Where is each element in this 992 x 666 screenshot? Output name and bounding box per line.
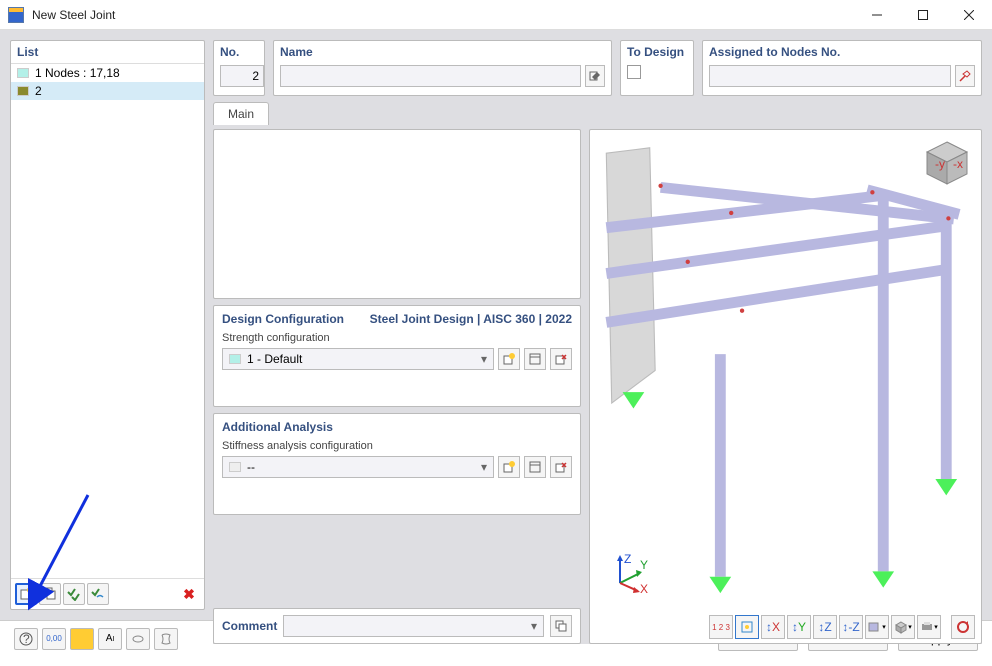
list-item-label: 2 bbox=[35, 84, 42, 98]
strength-config-value: 1 - Default bbox=[247, 352, 302, 366]
maximize-button[interactable] bbox=[900, 0, 946, 30]
list-item[interactable]: 2 bbox=[11, 82, 204, 100]
stiffness-config-value: -- bbox=[247, 460, 255, 474]
vp-reset-button[interactable] bbox=[951, 615, 975, 639]
vp-view-x-button[interactable]: ↕X bbox=[761, 615, 785, 639]
axis-widget-icon: Z Y X bbox=[610, 553, 650, 593]
comment-panel: Comment bbox=[213, 608, 581, 644]
name-label: Name bbox=[280, 45, 605, 59]
list-body[interactable]: 1 Nodes : 17,18 2 bbox=[11, 64, 204, 578]
text-settings-button[interactable]: AI bbox=[98, 628, 122, 650]
svg-text:-y: -y bbox=[935, 157, 945, 171]
link-button[interactable] bbox=[126, 628, 150, 650]
swatch-icon bbox=[229, 354, 241, 364]
close-button[interactable] bbox=[946, 0, 992, 30]
copy-item-button[interactable] bbox=[39, 583, 61, 605]
vp-view-z-button[interactable]: ↕Z bbox=[813, 615, 837, 639]
stiffness-config-select[interactable]: -- bbox=[222, 456, 494, 478]
stiffness-library-button[interactable] bbox=[524, 456, 546, 478]
list-panel: List 1 Nodes : 17,18 2 bbox=[10, 40, 205, 610]
script-button[interactable] bbox=[154, 628, 178, 650]
titlebar: New Steel Joint bbox=[0, 0, 992, 30]
window-title: New Steel Joint bbox=[32, 8, 854, 22]
delete-item-button[interactable]: ✖ bbox=[178, 583, 200, 605]
name-input[interactable] bbox=[280, 65, 581, 87]
view-cube-icon[interactable]: -y -x bbox=[921, 138, 973, 190]
preview-panel bbox=[213, 129, 581, 299]
sync-check-button[interactable] bbox=[87, 583, 109, 605]
app-icon bbox=[8, 7, 24, 23]
additional-analysis-panel: Additional Analysis Stiffness analysis c… bbox=[213, 413, 581, 515]
svg-text:Z: Z bbox=[624, 553, 631, 566]
no-label: No. bbox=[220, 45, 258, 59]
list-header: List bbox=[11, 41, 204, 64]
help-button[interactable]: ? bbox=[14, 628, 38, 650]
assigned-input[interactable] bbox=[709, 65, 951, 87]
to-design-checkbox[interactable] bbox=[627, 65, 641, 79]
list-item[interactable]: 1 Nodes : 17,18 bbox=[11, 64, 204, 82]
color-button[interactable] bbox=[70, 628, 94, 650]
comment-header: Comment bbox=[222, 619, 277, 633]
additional-analysis-header: Additional Analysis bbox=[222, 420, 333, 434]
strength-config-label: Strength configuration bbox=[222, 332, 572, 344]
units-button[interactable]: 0,00 bbox=[42, 628, 66, 650]
swatch-icon bbox=[17, 86, 29, 96]
no-input[interactable] bbox=[220, 65, 264, 87]
swatch-icon bbox=[229, 462, 241, 472]
design-config-standard: Steel Joint Design | AISC 360 | 2022 bbox=[370, 312, 572, 326]
config-new-button[interactable] bbox=[498, 348, 520, 370]
config-library-button[interactable] bbox=[524, 348, 546, 370]
pick-nodes-button[interactable] bbox=[955, 65, 975, 87]
comment-library-button[interactable] bbox=[550, 615, 572, 637]
to-design-label: To Design bbox=[627, 45, 687, 59]
no-field-group: No. bbox=[213, 40, 265, 96]
tab-main[interactable]: Main bbox=[213, 102, 269, 125]
svg-text:?: ? bbox=[23, 632, 30, 646]
minimize-button[interactable] bbox=[854, 0, 900, 30]
vp-display-menu-button[interactable]: ▾ bbox=[865, 615, 889, 639]
vp-numbers-button[interactable]: 1 2 3 bbox=[709, 615, 733, 639]
new-item-button[interactable] bbox=[15, 583, 37, 605]
stiffness-new-button[interactable] bbox=[498, 456, 520, 478]
svg-text:-x: -x bbox=[953, 157, 963, 171]
viewport-toolbar: 1 2 3 ↕X ↕Y ↕Z ↕-Z ▾ ▾ ▾ bbox=[709, 615, 975, 639]
list-item-label: 1 Nodes : 17,18 bbox=[35, 66, 120, 80]
svg-text:Y: Y bbox=[640, 558, 648, 572]
stiffness-config-label: Stiffness analysis configuration bbox=[222, 440, 572, 452]
vp-fit-button[interactable] bbox=[735, 615, 759, 639]
list-toolbar: ✖ bbox=[11, 578, 204, 609]
vp-view-y-button[interactable]: ↕Y bbox=[787, 615, 811, 639]
vp-print-menu-button[interactable]: ▾ bbox=[917, 615, 941, 639]
assigned-nodes-field-group: Assigned to Nodes No. bbox=[702, 40, 982, 96]
stiffness-delete-button[interactable] bbox=[550, 456, 572, 478]
name-field-group: Name bbox=[273, 40, 612, 96]
comment-select[interactable] bbox=[283, 615, 544, 637]
vp-view-neg-z-button[interactable]: ↕-Z bbox=[839, 615, 863, 639]
check-all-button[interactable] bbox=[63, 583, 85, 605]
to-design-field-group: To Design bbox=[620, 40, 694, 96]
vp-iso-menu-button[interactable]: ▾ bbox=[891, 615, 915, 639]
design-config-panel: Design Configuration Steel Joint Design … bbox=[213, 305, 581, 407]
svg-text:X: X bbox=[640, 582, 648, 593]
design-config-header: Design Configuration bbox=[222, 312, 344, 326]
assigned-label: Assigned to Nodes No. bbox=[709, 45, 975, 59]
edit-name-button[interactable] bbox=[585, 65, 605, 87]
3d-viewport[interactable]: Z Y X -y -x bbox=[589, 129, 982, 644]
strength-config-select[interactable]: 1 - Default bbox=[222, 348, 494, 370]
config-delete-button[interactable] bbox=[550, 348, 572, 370]
swatch-icon bbox=[17, 68, 29, 78]
